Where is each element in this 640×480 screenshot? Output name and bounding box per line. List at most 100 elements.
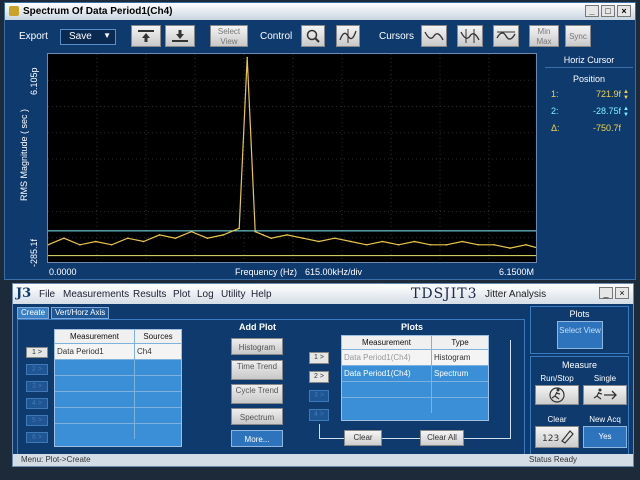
data-point <box>413 240 416 243</box>
plots-table-header: Measurement Type <box>342 336 488 349</box>
waveform-pan-icon <box>339 29 357 43</box>
sync-button[interactable]: Sync <box>565 25 591 47</box>
table-row[interactable] <box>342 381 488 397</box>
single-button[interactable] <box>583 385 627 405</box>
spin-arrows-icon[interactable]: ▲ ▼ <box>623 89 631 101</box>
time-trend-button[interactable]: Time Trend <box>231 360 283 380</box>
col-type: Type <box>451 338 469 347</box>
plots-title: Plots <box>401 322 424 332</box>
horiz-cursor-panel: Horiz Cursor Position 1: 721.9f ▲ ▼ 2: -2… <box>545 53 633 153</box>
cycle-trend-button[interactable]: Cycle Trend <box>231 384 283 404</box>
minimize-button[interactable]: _ <box>599 287 613 299</box>
clear-all-plots-button[interactable]: Clear All <box>420 430 464 446</box>
export-up-icon <box>138 30 154 42</box>
meas-row-2-button[interactable]: 2 > <box>26 364 48 375</box>
data-point <box>381 240 384 243</box>
table-row[interactable] <box>55 359 181 375</box>
export-up-button[interactable] <box>131 25 161 47</box>
histogram-button[interactable]: Histogram <box>231 338 283 355</box>
data-point <box>262 234 264 236</box>
min-max-button[interactable]: Min Max <box>529 25 559 47</box>
save-dropdown[interactable]: Save ▼ <box>60 29 116 45</box>
menu-file[interactable]: File <box>39 289 55 300</box>
cursor-mode-2-button[interactable] <box>457 25 483 47</box>
zoom-button[interactable] <box>301 25 325 47</box>
new-acq-label: New Acq <box>589 415 621 424</box>
y-top-label: 6.105p <box>29 67 39 95</box>
table-row[interactable] <box>55 391 181 407</box>
menu-measurements[interactable]: Measurements <box>63 289 129 300</box>
meas-row-6-button[interactable]: 6 > <box>26 432 48 443</box>
plot-row-3-button[interactable]: 3 > <box>309 390 329 402</box>
cursor-2-value: -28.75f <box>592 106 621 116</box>
data-point <box>270 237 272 239</box>
data-point <box>302 237 304 239</box>
select-view-button[interactable]: Select View <box>210 25 248 47</box>
table-row[interactable] <box>55 407 181 423</box>
minimize-button[interactable]: _ <box>585 5 599 17</box>
menu-plot[interactable]: Plot <box>173 289 190 300</box>
data-point <box>79 244 81 246</box>
spectrum-button[interactable]: Spectrum <box>231 408 283 425</box>
menu-log[interactable]: Log <box>197 289 214 300</box>
meas-row-4-button[interactable]: 4 > <box>26 398 48 409</box>
runner-arrow-icon <box>593 388 617 400</box>
export-label: Export <box>19 31 48 42</box>
plot-row-4-button[interactable]: 4 > <box>309 409 329 421</box>
y-axis-label: RMS Magnitude ( sec ) <box>19 108 29 201</box>
menu-utility[interactable]: Utility <box>221 289 245 300</box>
table-row[interactable] <box>342 397 488 413</box>
clear-plots-button[interactable]: Clear <box>344 430 382 446</box>
run-stop-button[interactable] <box>535 385 579 405</box>
data-point <box>95 240 97 243</box>
select-view-button[interactable]: Select View <box>557 321 603 349</box>
pan-button[interactable] <box>336 25 360 47</box>
spectrum-window: Spectrum Of Data Period1(Ch4) _ □ × Expo… <box>4 2 636 280</box>
status-text: Status Ready <box>529 455 578 464</box>
tab-vert-horz-axis[interactable]: Vert/Horz Axis <box>51 307 110 319</box>
waveform-icon <box>424 31 444 41</box>
table-row[interactable]: Data Period1(Ch4) Spectrum <box>342 365 488 381</box>
clear-measure-button[interactable]: 123 <box>535 426 579 448</box>
tab-bar: Create Vert/Horz Axis <box>17 307 110 319</box>
add-plot-title: Add Plot <box>239 322 276 332</box>
single-label: Single <box>593 374 617 383</box>
new-acq-yes-button[interactable]: Yes <box>583 426 627 448</box>
table-row[interactable] <box>55 375 181 391</box>
tdsjit3-window: J3 File Measurements Results Plot Log Ut… <box>12 283 634 467</box>
maximize-button[interactable]: □ <box>601 5 615 17</box>
cursor-mode-1-button[interactable] <box>421 25 447 47</box>
meas-row-3-button[interactable]: 3 > <box>26 381 48 392</box>
table-row[interactable]: Data Period1(Ch4) Histogram <box>342 349 488 365</box>
meas-row-1-button[interactable]: 1 > <box>26 347 48 358</box>
export-down-button[interactable] <box>165 25 195 47</box>
tab-create[interactable]: Create <box>17 307 50 319</box>
measurement-table-header: Measurement Sources <box>55 330 181 343</box>
cell-measurement: Data Period1 <box>55 344 135 359</box>
control-label: Control <box>260 31 293 42</box>
data-point <box>493 244 496 246</box>
cursor-mode-3-button[interactable] <box>493 25 519 47</box>
spin-arrows-icon[interactable]: ▲ ▼ <box>623 106 631 118</box>
create-panel: 1 > 2 > 3 > 4 > 5 > 6 > Measurement Sour… <box>17 319 525 455</box>
close-button[interactable]: × <box>615 287 629 299</box>
connector-line <box>510 340 511 439</box>
meas-row-5-button[interactable]: 5 > <box>26 415 48 426</box>
eraser-icon: 123 <box>542 430 574 444</box>
data-point <box>158 234 161 236</box>
close-button[interactable]: × <box>617 5 631 17</box>
data-point <box>126 237 129 239</box>
run-stop-label: Run/Stop <box>540 374 574 383</box>
table-row[interactable] <box>55 423 181 439</box>
menu-path: Menu: Plot->Create <box>21 455 91 464</box>
data-point <box>206 237 209 239</box>
more-button[interactable]: More... <box>231 430 283 447</box>
measure-title: Measure <box>561 360 597 370</box>
table-row[interactable]: Data Period1 Ch4 <box>55 343 181 359</box>
menu-bar: J3 File Measurements Results Plot Log Ut… <box>13 284 633 304</box>
spectrum-plot[interactable] <box>47 53 537 263</box>
plot-row-2-button[interactable]: 2 > <box>309 371 329 383</box>
menu-results[interactable]: Results <box>133 289 166 300</box>
menu-help[interactable]: Help <box>251 289 272 300</box>
plot-row-1-button[interactable]: 1 > <box>309 352 329 364</box>
